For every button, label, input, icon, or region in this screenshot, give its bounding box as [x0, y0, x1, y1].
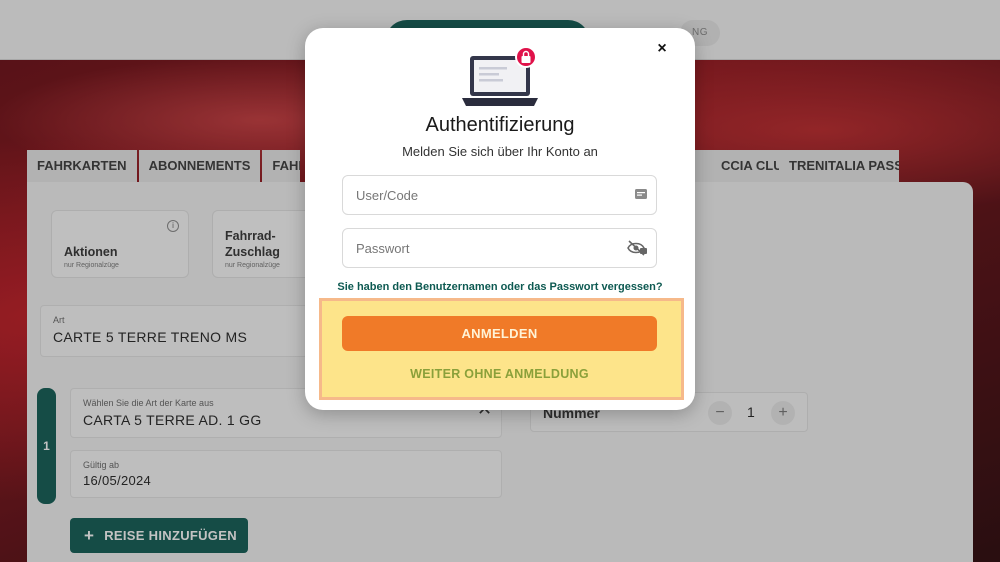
- dialog-subtitle: Melden Sie sich über Ihr Konto an: [402, 144, 598, 159]
- continue-without-login-button[interactable]: WEITER OHNE ANMELDUNG: [342, 362, 657, 386]
- dialog-title: Authentifizierung: [425, 114, 575, 136]
- auth-dialog: × Authentifizierung Melden Sie sich über…: [305, 28, 695, 410]
- id-card-icon: [635, 189, 647, 199]
- password-input[interactable]: [342, 228, 657, 268]
- login-button[interactable]: ANMELDEN: [342, 316, 657, 351]
- eye-off-icon[interactable]: [627, 239, 647, 257]
- user-code-input[interactable]: [342, 175, 657, 215]
- laptop-lock-icon: [462, 46, 538, 106]
- forgot-credentials-link[interactable]: Sie haben den Benutzernamen oder das Pas…: [305, 281, 695, 293]
- close-icon[interactable]: ×: [652, 39, 672, 59]
